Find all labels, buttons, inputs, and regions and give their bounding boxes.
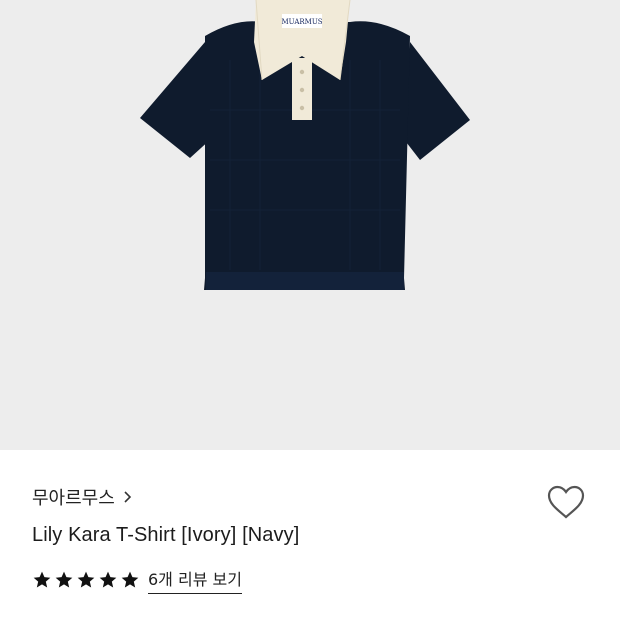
star-icon bbox=[99, 571, 117, 588]
product-title: Lily Kara T-Shirt [Ivory] [Navy] bbox=[32, 524, 300, 546]
rating-row: 6개 리뷰 보기 bbox=[32, 566, 242, 594]
neck-label-text: MUARMUS bbox=[281, 18, 322, 26]
star-icon bbox=[77, 571, 95, 588]
product-image: MUARMUS bbox=[140, 0, 470, 290]
reviews-link[interactable]: 6개 리뷰 보기 bbox=[148, 566, 242, 594]
heart-icon[interactable] bbox=[546, 484, 586, 520]
brand-name: 무아르무스 bbox=[32, 488, 115, 509]
product-info: 무아르무스 Lily Kara T-Shirt [Ivory] [Navy] 6… bbox=[0, 450, 620, 620]
star-icon bbox=[121, 571, 139, 588]
star-icon bbox=[33, 571, 51, 588]
chevron-right-icon bbox=[124, 491, 131, 503]
product-image-area[interactable]: MUARMUS bbox=[0, 0, 620, 450]
star-icon bbox=[55, 571, 73, 588]
star-rating bbox=[32, 570, 140, 590]
brand-link[interactable]: 무아르무스 bbox=[32, 484, 135, 510]
